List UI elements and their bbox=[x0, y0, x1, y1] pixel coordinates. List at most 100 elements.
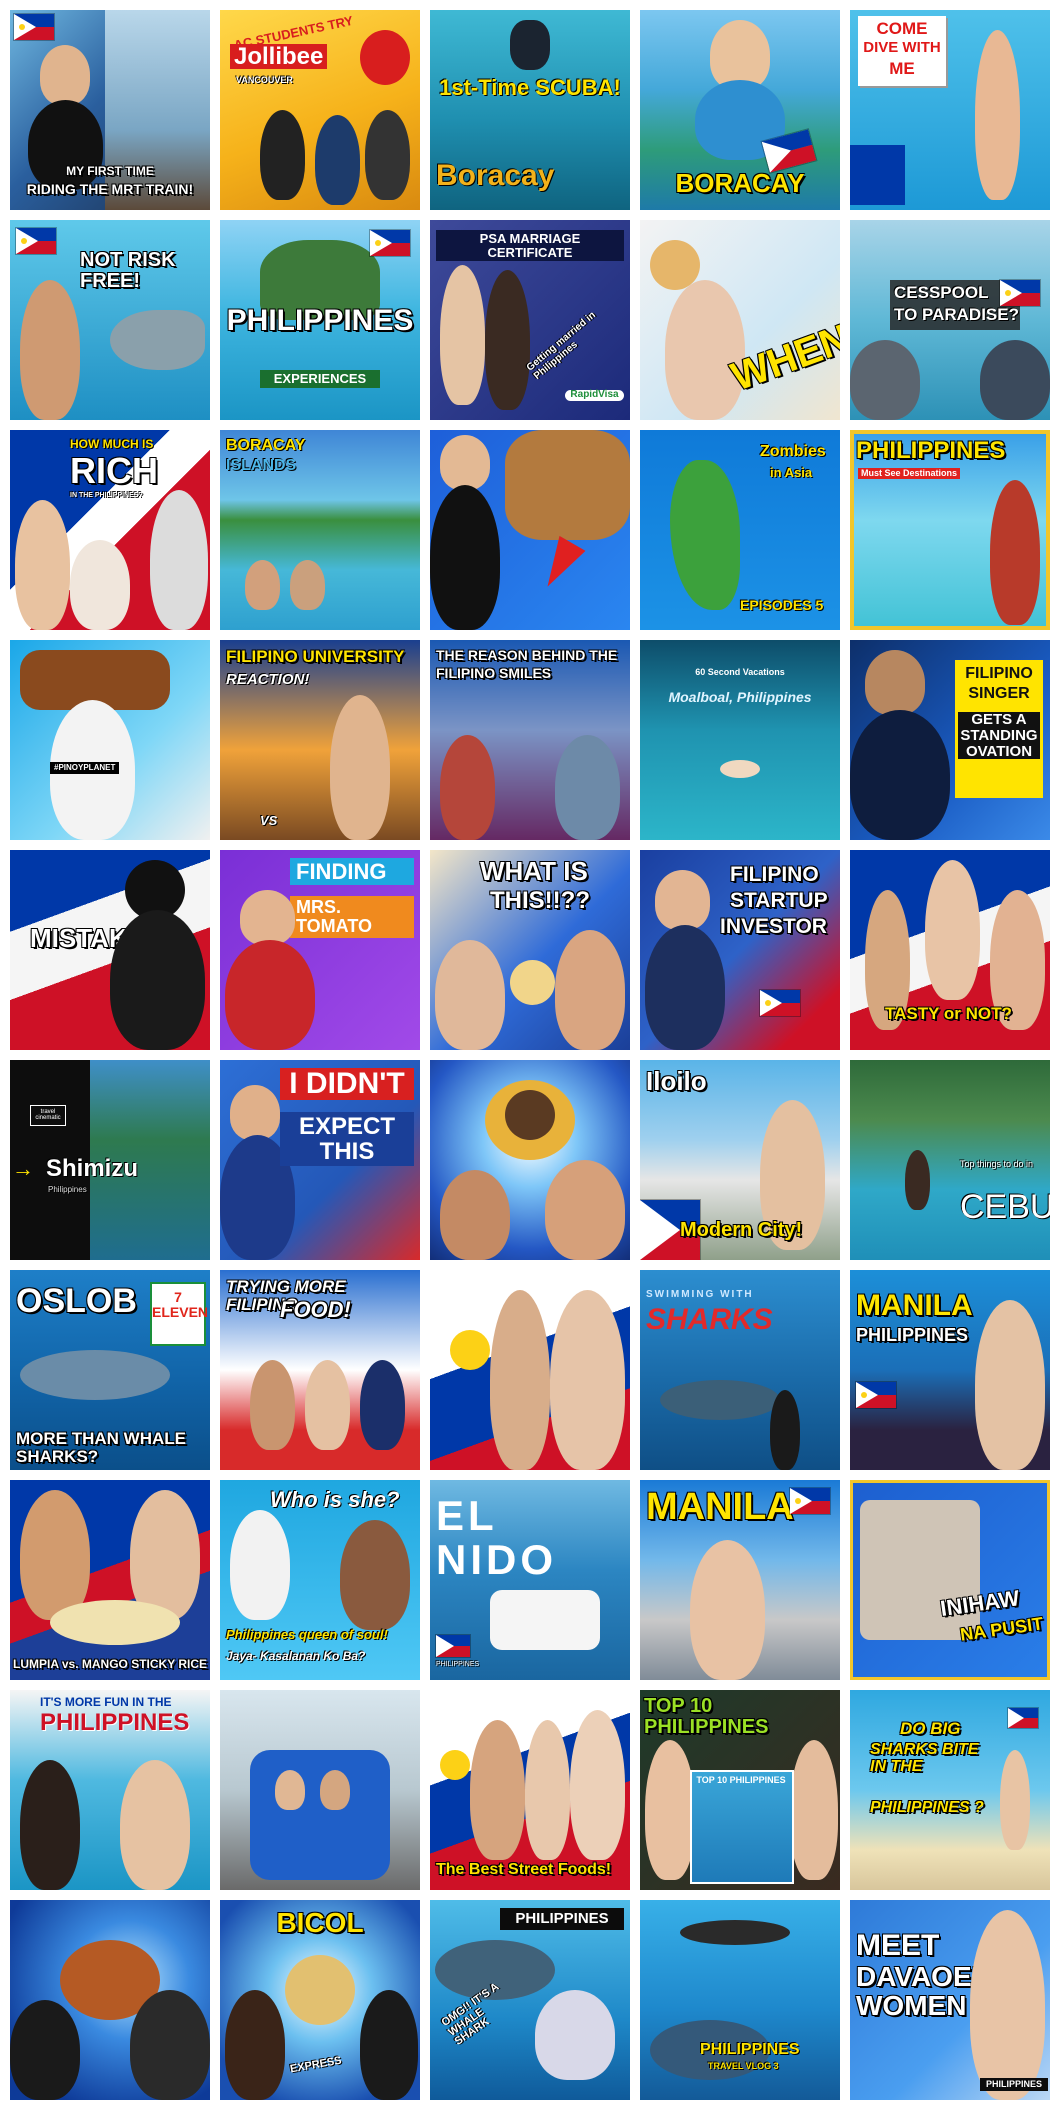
thumb-title-line3: Philippines bbox=[48, 1185, 87, 1194]
thumb-title-line2: Philippines queen of soul! bbox=[226, 1627, 388, 1642]
thumb-title-line2: CEBU bbox=[960, 1188, 1050, 1226]
thumb-title-line2: Shimizu bbox=[46, 1155, 139, 1182]
video-thumbnail-shimizu[interactable]: travel cinematic → Shimizu Philippines bbox=[10, 1060, 210, 1260]
video-thumbnail-manila-vlog[interactable]: MANILA bbox=[640, 1480, 840, 1680]
thumb-title-line2: THIS!!?? bbox=[490, 887, 590, 914]
video-thumbnail-boracay[interactable]: BORACAY bbox=[640, 10, 840, 210]
thumb-title-line3: GETS A STANDING OVATION bbox=[958, 712, 1040, 760]
thumb-title-line1: SWIMMING WITH bbox=[646, 1289, 754, 1300]
video-thumbnail-boracay-islands[interactable]: BORACAY ISLANDS bbox=[220, 430, 420, 630]
thumb-title-line3: RIDING THE MRT TRAIN! bbox=[26, 181, 194, 197]
video-thumbnail-mrt-train[interactable]: MY FIRST TIME RIDING THE MRT TRAIN! bbox=[10, 10, 210, 210]
video-thumbnail-davaoena-women[interactable]: MEET DAVAOEÑA WOMEN PHILIPPINES bbox=[850, 1900, 1050, 2100]
video-thumbnail-oslob[interactable]: OSLOB 7 ELEVEN MORE THAN WHALE SHARKS? bbox=[10, 1270, 210, 1470]
video-thumbnail-iloilo[interactable]: Iloilo Modern City! bbox=[640, 1060, 840, 1260]
video-thumbnail-food-lechon[interactable] bbox=[430, 430, 630, 630]
video-thumbnail-food-tasting-girls[interactable] bbox=[430, 1270, 630, 1470]
thumb-title-line2: Boracay bbox=[436, 159, 555, 192]
video-thumbnail-filipino-smiles[interactable]: THE REASON BEHIND THE FILIPINO SMILES bbox=[430, 640, 630, 840]
thumb-title-line1: NOT RISK FREE! bbox=[80, 249, 176, 292]
video-thumbnail-philippines-experiences[interactable]: PHILIPPINES EXPERIENCES bbox=[220, 220, 420, 420]
thumb-title-line1: PSA MARRIAGE CERTIFICATE bbox=[436, 230, 624, 262]
thumb-title-line2: ISLANDS bbox=[226, 457, 297, 474]
video-thumbnail-tricycle[interactable] bbox=[220, 1690, 420, 1890]
thumb-title-line1: Who is she? bbox=[270, 1487, 400, 1512]
thumb-title-line1: COME bbox=[876, 19, 928, 38]
video-thumbnail-scuba-boracay[interactable]: 1st-Time SCUBA! Boracay bbox=[430, 10, 630, 210]
video-thumbnail-how-much-rich[interactable]: HOW MUCH IS RICH IN THE PHILIPPINES? bbox=[10, 430, 210, 630]
thumb-title-line1: PHILIPPINES bbox=[700, 2041, 800, 2058]
video-thumbnail-more-fun-philippines[interactable]: IT'S MORE FUN IN THE PHILIPPINES bbox=[10, 1690, 210, 1890]
thumb-title-line1: 1st-Time SCUBA! bbox=[439, 75, 621, 100]
video-thumbnail-pinoy-planet[interactable]: #PINOYPLANET bbox=[10, 640, 210, 840]
video-thumbnail-swimming-sharks[interactable]: SWIMMING WITH SHARKS bbox=[640, 1270, 840, 1470]
thumb-title-line1: THE REASON BEHIND THE bbox=[436, 647, 618, 663]
thumb-title-line2: PHILIPPINES bbox=[40, 1709, 190, 1736]
video-thumbnail-zombies-asia[interactable]: Zombies in Asia EPISODES 5 bbox=[640, 430, 840, 630]
video-thumbnail-what-is-this[interactable]: WHAT IS THIS!!?? bbox=[430, 850, 630, 1050]
video-thumbnail-mrs-tomato[interactable]: FINDING MRS. TOMATO bbox=[220, 850, 420, 1050]
thumb-title-line2: Jollibee bbox=[230, 44, 328, 69]
thumb-title-line2: EXPERIENCES bbox=[260, 370, 380, 388]
thumb-title-line1: PHILIPPINES bbox=[226, 304, 414, 337]
video-thumbnail-come-dive[interactable]: COME DIVE WITH ME bbox=[850, 10, 1050, 210]
thumb-title-line3: EPISODES 5 bbox=[740, 597, 824, 613]
thumb-title-line3: MORE THAN WHALE SHARKS? bbox=[16, 1429, 186, 1466]
video-thumbnail-inihaw-na-pusit[interactable]: INIHAW NA PUSIT bbox=[850, 1480, 1050, 1680]
video-thumbnail-jollibee[interactable]: AC STUDENTS TRY Jollibee VANCOUVER bbox=[220, 10, 420, 210]
thumb-title-line2: Modern City! bbox=[680, 1219, 803, 1241]
thumb-title-line1: WHAT IS bbox=[480, 856, 588, 886]
thumb-title-line1: HOW MUCH IS bbox=[70, 437, 154, 451]
video-thumbnail-top-10-philippines[interactable]: TOP 10 PHILIPPINES TOP 10 PHILIPPINES bbox=[640, 1690, 840, 1890]
video-thumbnail-manila-philippines[interactable]: MANILA PHILIPPINES bbox=[850, 1270, 1050, 1470]
video-thumbnail-lechon-reaction[interactable] bbox=[10, 1900, 210, 2100]
thumb-title-line1: PHILIPPINES bbox=[500, 1908, 624, 1930]
video-thumbnail-psa-marriage[interactable]: PSA MARRIAGE CERTIFICATE Getting married… bbox=[430, 220, 630, 420]
video-thumbnail-who-is-she[interactable]: Who is she? Philippines queen of soul! J… bbox=[220, 1480, 420, 1680]
video-thumbnail-startup-investor[interactable]: FILIPINO STARTUP INVESTOR bbox=[640, 850, 840, 1050]
thumb-title-line1: Zombies bbox=[760, 443, 826, 460]
thumb-title-line1: IT'S MORE FUN IN THE bbox=[40, 1695, 172, 1709]
thumb-title-line2: TO PARADISE? bbox=[894, 305, 1019, 324]
thumb-title-line2: SHARKS BITE IN THE bbox=[870, 1741, 979, 1775]
video-thumbnail-travel-vlog-3[interactable]: PHILIPPINES TRAVEL VLOG 3 bbox=[640, 1900, 840, 2100]
thumb-title-line1: 60 Second Vacations bbox=[695, 667, 785, 677]
thumb-title-line1: TOP 10 PHILIPPINES bbox=[644, 1695, 769, 1738]
thumb-title-line1: travel cinematic bbox=[30, 1105, 66, 1126]
thumb-title-line3: Jaya- Kasalanan Ko Ba? bbox=[226, 1649, 366, 1663]
thumb-title-line2: BORACAY bbox=[675, 168, 805, 198]
video-thumbnail-60-second-vacations[interactable]: 60 Second Vacations Moalboal, Philippine… bbox=[640, 640, 840, 840]
thumb-title-line2: RICH bbox=[70, 450, 158, 491]
thumb-title-line2: STARTUP bbox=[730, 889, 828, 912]
video-thumbnail-trying-filipino-food[interactable]: TRYING MORE FILIPINO FOOD! bbox=[220, 1270, 420, 1470]
video-thumbnail-whale-shark-omg[interactable]: PHILIPPINES OMG!! IT'S A WHALE SHARK bbox=[430, 1900, 630, 2100]
video-thumbnail-filipino-university[interactable]: FILIPINO UNIVERSITY REACTION! VS bbox=[220, 640, 420, 840]
video-thumbnail-not-risk-free[interactable]: NOT RISK FREE! bbox=[10, 220, 210, 420]
video-thumbnail-big-sharks-bite[interactable]: DO BIG SHARKS BITE IN THE PHILIPPINES ? bbox=[850, 1690, 1050, 1890]
video-thumbnail-el-nido[interactable]: EL NIDO PHILIPPINES bbox=[430, 1480, 630, 1680]
thumb-title-line1: BORACAY bbox=[226, 437, 306, 454]
video-thumbnail-filipino-singer[interactable]: FILIPINO SINGER GETS A STANDING OVATION bbox=[850, 640, 1050, 840]
thumb-title-line1: FILIPINO bbox=[965, 665, 1033, 682]
thumb-title-line1: Iloilo bbox=[646, 1066, 707, 1096]
thumbnail-grid: MY FIRST TIME RIDING THE MRT TRAIN! AC S… bbox=[0, 0, 1060, 2110]
video-thumbnail-cesspool-paradise[interactable]: CESSPOOL TO PARADISE? bbox=[850, 220, 1050, 420]
video-thumbnail-when[interactable]: WHEN? bbox=[640, 220, 840, 420]
video-thumbnail-cebu[interactable]: Top things to do in CEBU bbox=[850, 1060, 1050, 1260]
video-thumbnail-food-reaction[interactable] bbox=[430, 1060, 630, 1260]
thumb-title-line2: FOOD! bbox=[280, 1297, 351, 1322]
thumb-title-line2: 7 ELEVEN bbox=[152, 1289, 209, 1320]
thumb-title-line1: DO BIG bbox=[900, 1719, 961, 1738]
thumb-title-line1: TASTY or NOT? bbox=[885, 1004, 1012, 1023]
thumb-title-line3: VS bbox=[260, 813, 278, 828]
video-thumbnail-tasty-or-not[interactable]: TASTY or NOT? bbox=[850, 850, 1050, 1050]
video-thumbnail-bicol-express[interactable]: BICOL EXPRESS bbox=[220, 1900, 420, 2100]
video-thumbnail-best-street-foods[interactable]: The Best Street Foods! bbox=[430, 1690, 630, 1890]
thumb-title-line1: PHILIPPINES bbox=[856, 437, 1006, 464]
video-thumbnail-lumpia-vs-mango[interactable]: LUMPIA vs. MANGO STICKY RICE bbox=[10, 1480, 210, 1680]
video-thumbnail-must-see-destinations[interactable]: PHILIPPINES Must See Destinations bbox=[850, 430, 1050, 630]
thumb-title-line2: TRAVEL VLOG 3 bbox=[708, 2061, 779, 2071]
video-thumbnail-didnt-expect[interactable]: I DIDN'T EXPECT THIS bbox=[220, 1060, 420, 1260]
video-thumbnail-mistake[interactable]: MISTAKE? bbox=[10, 850, 210, 1050]
thumb-title-line2: EXPECT THIS bbox=[280, 1112, 414, 1167]
